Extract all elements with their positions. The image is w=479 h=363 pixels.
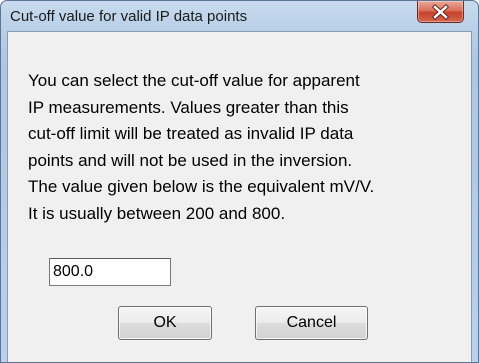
message-line: cut-off limit will be treated as invalid…: [28, 124, 354, 143]
close-x-icon: [432, 4, 449, 20]
message-line: The value given below is the equivalent …: [28, 177, 375, 196]
message-line: You can select the cut-off value for app…: [28, 71, 360, 90]
message-line: IP measurements. Values greater than thi…: [28, 97, 349, 117]
cancel-button[interactable]: Cancel: [255, 306, 368, 340]
cutoff-value-input[interactable]: [49, 258, 171, 286]
dialog-title: Cut-off value for valid IP data points: [10, 8, 248, 25]
instruction-message: You can select the cut-off value for app…: [28, 68, 468, 227]
ok-button[interactable]: OK: [118, 306, 212, 340]
title-bar[interactable]: Cut-off value for valid IP data points: [1, 1, 478, 31]
message-line: It is usually between 200 and 800.: [28, 203, 286, 223]
close-button[interactable]: [417, 1, 464, 23]
message-line: points and will not be used in the inver…: [28, 150, 353, 170]
